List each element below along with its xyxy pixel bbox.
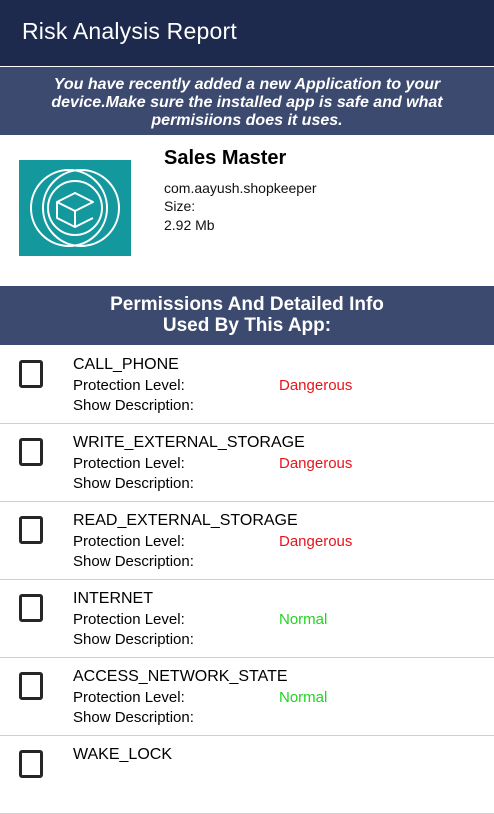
protection-level-value: Normal — [279, 689, 328, 706]
permission-name: WAKE_LOCK — [73, 746, 172, 763]
protection-level-value: Normal — [279, 611, 328, 628]
permission-name: WRITE_EXTERNAL_STORAGE — [73, 434, 305, 451]
permissions-list: CALL_PHONE Protection Level: Dangerous S… — [0, 346, 494, 814]
permission-checkbox[interactable] — [19, 672, 43, 700]
permission-name: READ_EXTERNAL_STORAGE — [73, 512, 298, 529]
show-description-link[interactable]: Show Description: — [73, 709, 194, 726]
app-package-name: com.aayush.shopkeeper — [164, 180, 317, 196]
permission-checkbox[interactable] — [19, 360, 43, 388]
protection-level-label: Protection Level: — [73, 689, 185, 706]
permissions-header-line2: Used By This App: — [162, 315, 332, 336]
permission-name: INTERNET — [73, 590, 153, 607]
protection-level-label: Protection Level: — [73, 533, 185, 550]
install-notice-banner: You have recently added a new Applicatio… — [0, 67, 494, 135]
permission-checkbox[interactable] — [19, 594, 43, 622]
app-name: Sales Master — [164, 147, 287, 169]
app-size-label: Size: — [164, 198, 196, 214]
permission-checkbox[interactable] — [19, 516, 43, 544]
permission-checkbox[interactable] — [19, 438, 43, 466]
permission-item: WRITE_EXTERNAL_STORAGE Protection Level:… — [0, 424, 494, 502]
permissions-header: Permissions And Detailed Info Used By Th… — [0, 286, 494, 345]
protection-level-value: Dangerous — [279, 377, 353, 394]
protection-level-value: Dangerous — [279, 455, 353, 472]
app-size-value: 2.92 Mb — [164, 217, 215, 233]
app-bar-title: Risk Analysis Report — [22, 18, 237, 44]
sales-master-logo-icon — [19, 160, 131, 256]
permission-name: ACCESS_NETWORK_STATE — [73, 668, 288, 685]
app-bar: Risk Analysis Report — [0, 0, 494, 66]
app-info-card: Sales Master com.aayush.shopkeeper Size:… — [0, 136, 494, 286]
permission-item: ACCESS_NETWORK_STATE Protection Level: N… — [0, 658, 494, 736]
install-notice-text: You have recently added a new Applicatio… — [51, 76, 443, 129]
protection-level-value: Dangerous — [279, 533, 353, 550]
protection-level-label: Protection Level: — [73, 377, 185, 394]
show-description-link[interactable]: Show Description: — [73, 631, 194, 648]
protection-level-label: Protection Level: — [73, 611, 185, 628]
permissions-header-title: Permissions And Detailed Info Used By Th… — [0, 294, 494, 336]
permission-item: READ_EXTERNAL_STORAGE Protection Level: … — [0, 502, 494, 580]
show-description-link[interactable]: Show Description: — [73, 475, 194, 492]
permission-item: CALL_PHONE Protection Level: Dangerous S… — [0, 346, 494, 424]
permission-item: WAKE_LOCK — [0, 736, 494, 814]
show-description-link[interactable]: Show Description: — [73, 397, 194, 414]
permissions-header-line1: Permissions And Detailed Info — [110, 294, 384, 315]
show-description-link[interactable]: Show Description: — [73, 553, 194, 570]
permission-name: CALL_PHONE — [73, 356, 179, 373]
permission-item: INTERNET Protection Level: Normal Show D… — [0, 580, 494, 658]
permission-checkbox[interactable] — [19, 750, 43, 778]
protection-level-label: Protection Level: — [73, 455, 185, 472]
